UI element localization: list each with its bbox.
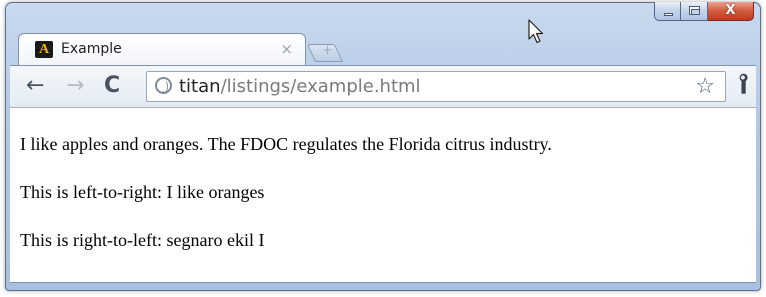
close-window-button[interactable]: X [708,2,754,21]
address-bar[interactable]: titan/listings/example.html ☆ [146,71,726,102]
window-controls: X [654,2,754,22]
browser-toolbar: ← → C titan/listings/example.html ☆ [10,65,756,108]
reload-button[interactable]: C [104,73,120,99]
url-path: /listings/example.html [220,76,421,97]
tab-title: Example [61,41,122,57]
globe-icon [155,77,172,94]
tab-close-icon[interactable]: × [280,40,293,58]
forward-button[interactable]: → [66,73,84,99]
maximize-icon [689,6,700,15]
maximize-button[interactable] [681,2,708,21]
mouse-cursor-icon [528,19,544,44]
wrench-svg [739,73,748,94]
star-icon[interactable]: ☆ [695,74,715,99]
minimize-icon [664,13,673,16]
app-favicon-icon [35,41,53,58]
paragraph-rtl: This is right-to-left: segnaro ekil I [20,230,265,250]
minimize-button[interactable] [654,2,681,21]
url-text[interactable]: titan/listings/example.html [179,76,421,97]
paragraph-ltr: This is left-to-right: I like oranges [20,182,265,202]
plus-icon: + [322,43,333,58]
paragraph-1: I like apples and oranges. The FDOC regu… [20,134,552,154]
tab-example[interactable]: Example × [18,33,306,65]
close-icon: X [725,3,736,18]
page-content: I like apples and oranges. The FDOC regu… [10,108,756,283]
url-host: titan [179,76,221,97]
back-button[interactable]: ← [26,73,44,99]
